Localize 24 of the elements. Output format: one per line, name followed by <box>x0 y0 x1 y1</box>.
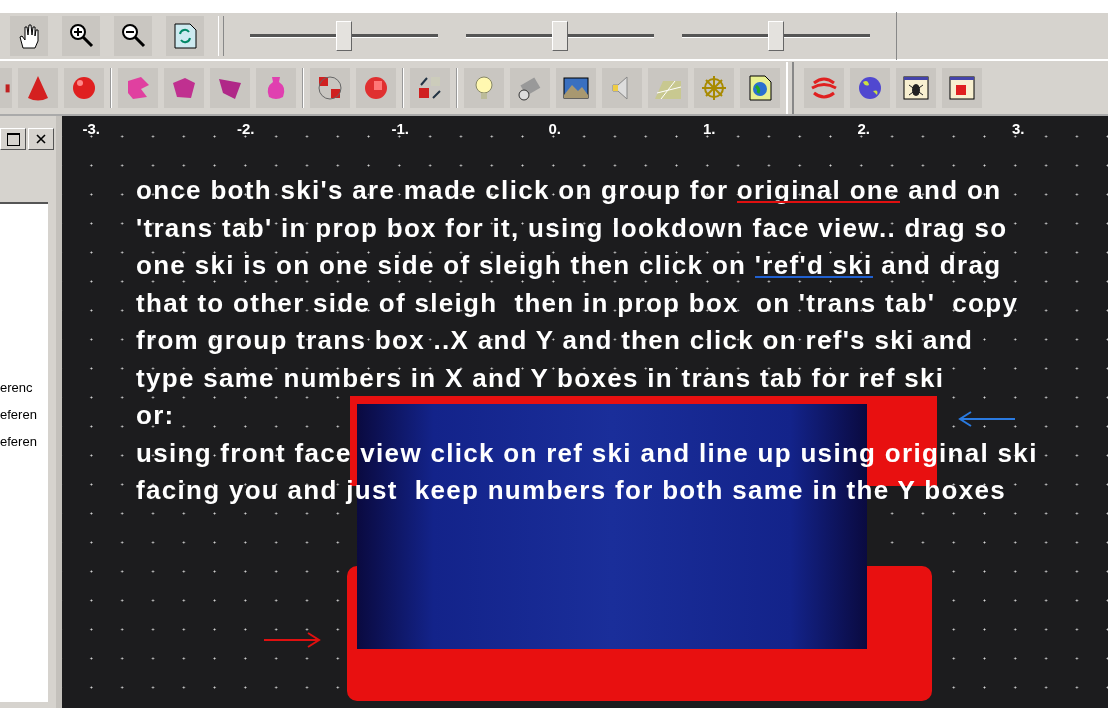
ruler-label: 1. <box>703 120 716 137</box>
toolbar-handle[interactable] <box>218 16 224 56</box>
list-item[interactable]: eferen <box>0 401 48 428</box>
ruler-label: 2. <box>857 120 870 137</box>
slider-thumb[interactable] <box>768 21 784 51</box>
annotation-text: once both ski's are made click on group for original one and on <box>136 174 1003 207</box>
ruler-label: -2. <box>237 120 255 137</box>
ruler-label: 0. <box>548 120 561 137</box>
annotation-text: that to other side of sleigh then in prop box on 'trans tab' copy <box>136 286 1020 320</box>
maximize-icon[interactable] <box>0 128 26 150</box>
annotation-text: one ski is on one side of sleigh then click on 'ref'd ski and drag <box>136 249 1003 282</box>
ruler-label: 3. <box>1012 120 1025 137</box>
toolbar-handle[interactable] <box>786 61 794 114</box>
slider-thumb[interactable] <box>336 21 352 51</box>
annotation-text: type same numbers in X and Y boxes in trans tab for ref ski <box>136 361 946 395</box>
list-item[interactable]: erenc <box>0 374 48 401</box>
list-item[interactable]: eferen <box>0 428 48 455</box>
annotation-text: from group trans box ..X and Y and then click on ref's ski and <box>136 324 975 357</box>
close-icon[interactable] <box>28 128 54 150</box>
annotation-text: 'trans tab' in prop box for it, using lookdown face view.. drag so <box>136 211 1009 245</box>
ruler-label: -1. <box>391 120 409 137</box>
slider-thumb[interactable] <box>552 21 568 51</box>
annotation-text: or: <box>136 399 176 432</box>
ruler-label: -3. <box>82 120 100 137</box>
